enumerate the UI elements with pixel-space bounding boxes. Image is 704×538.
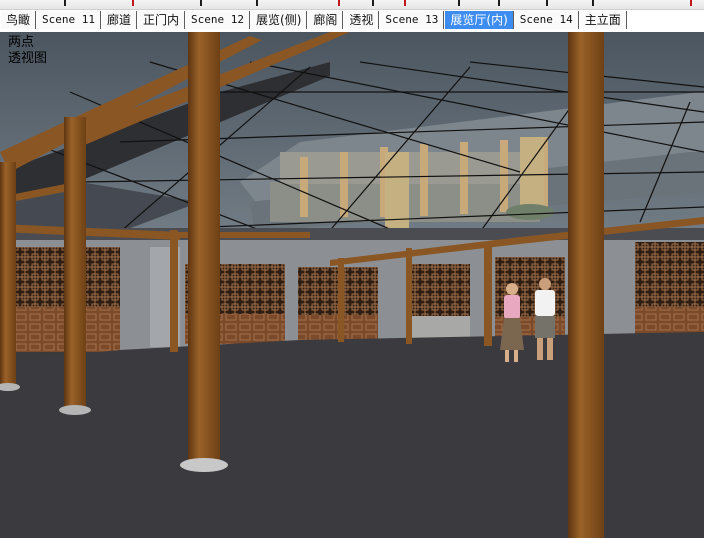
scene-tab-bar: 鸟瞰 Scene 11 廊道 正门内 Scene 12 展览(侧) 廊阁 透视 Scene 13…	[0, 0, 704, 32]
scene-tab[interactable]: 廊阁	[307, 11, 344, 29]
scene-tab[interactable]: Scene 14	[513, 11, 579, 29]
scene-render	[0, 32, 704, 538]
scene-tab[interactable]: Scene 12	[185, 11, 251, 29]
scene-tab[interactable]: 展览(侧)	[250, 11, 308, 29]
camera-label-line1: 两点	[8, 35, 35, 50]
scene-tab[interactable]: 鸟瞰	[0, 11, 37, 29]
scene-tab[interactable]: 透视	[343, 11, 380, 29]
3d-viewport[interactable]: 两点 透视图	[0, 32, 704, 538]
scene-tab[interactable]: Scene 11	[36, 11, 101, 29]
camera-mode-label: 两点 透视图	[8, 35, 47, 67]
scene-tab[interactable]: 主立面	[578, 11, 627, 29]
sketchup-window: 鸟瞰 Scene 11 廊道 正门内 Scene 12 展览(侧) 廊阁 透视 Scene 13…	[0, 0, 704, 538]
scene-tab[interactable]: 展览厅(内)	[444, 11, 514, 29]
camera-label-line2: 透视图	[8, 51, 48, 66]
scene-tab[interactable]: 正门内	[137, 11, 186, 29]
scene-tab[interactable]: Scene 13	[379, 11, 445, 29]
toolbar-strip	[0, 0, 704, 10]
scene-tab[interactable]: 廊道	[101, 11, 138, 29]
scene-tabs: 鸟瞰 Scene 11 廊道 正门内 Scene 12 展览(侧) 廊阁 透视 Scene 13…	[0, 10, 627, 30]
